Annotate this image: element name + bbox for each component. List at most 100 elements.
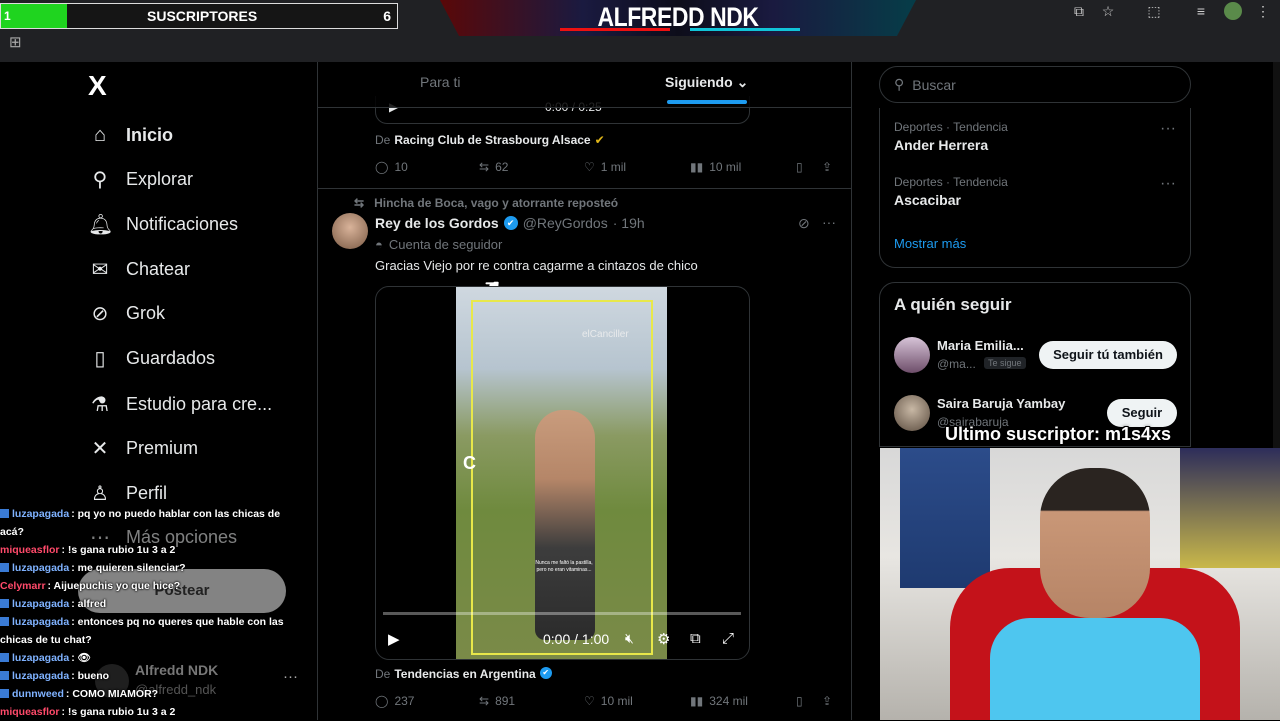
extensions-icon[interactable]: ⬚ <box>1145 2 1163 20</box>
suggestion-name[interactable]: Maria Emilia... <box>937 338 1024 353</box>
video-frame-border <box>471 300 653 655</box>
apps-grid-icon[interactable]: ⊞ <box>9 33 22 51</box>
tab-active-indicator <box>667 100 747 104</box>
tab-for-you[interactable]: Para ti <box>420 74 460 90</box>
trend-meta: Deportes · Tendencia <box>894 120 1008 134</box>
nav-item-creator-studio[interactable]: ⚗ Estudio para cre... <box>88 389 272 419</box>
chat-username: luzapagada <box>12 508 70 520</box>
repost-context-text[interactable]: Hincha de Boca, vago y atorrante reposte… <box>374 196 618 210</box>
repost-icon: ⇆ <box>354 196 365 210</box>
like-button[interactable]: ♡ 1 mil <box>584 160 626 174</box>
bookmark-icon: ▯ <box>94 347 106 370</box>
nav-item-bookmarks[interactable]: ▯ Guardados <box>88 343 215 373</box>
share-button[interactable]: ⇪ <box>822 694 832 708</box>
tab-following[interactable]: Siguiendo ⌄ <box>665 74 748 91</box>
repost-button[interactable]: ⇆ 891 <box>479 694 515 708</box>
source-name[interactable]: Racing Club de Strasbourg Alsace <box>394 133 590 147</box>
chat-badge-icon <box>0 509 9 518</box>
suggestion-avatar[interactable] <box>894 337 930 373</box>
nav-item-profile[interactable]: ♙ Perfil <box>88 478 167 508</box>
nav-item-premium[interactable]: ✕ Premium <box>88 433 198 463</box>
post-more-icon[interactable]: ··· <box>822 214 836 230</box>
fullscreen-icon[interactable]: ⤢ <box>722 630 734 647</box>
suggestion-name[interactable]: Saira Baruja Yambay <box>937 396 1065 411</box>
chat-username: Celymarr <box>0 580 46 592</box>
x-icon: ✕ <box>91 437 109 460</box>
repost-context: ⇆ Hincha de Boca, vago y atorrante repos… <box>354 196 618 210</box>
search-box[interactable]: ⚲ Buscar <box>879 66 1191 103</box>
play-icon[interactable]: ▶ <box>388 630 400 648</box>
bookmark-button[interactable]: ▯ <box>796 160 803 174</box>
views-button[interactable]: ▮▮ 324 mil <box>690 694 748 708</box>
prev-post-source: De Racing Club de Strasbourg Alsace ✔ <box>375 133 605 147</box>
settings-icon[interactable]: ⚙ <box>657 630 670 648</box>
trend-item[interactable]: Deportes · Tendencia Ascacibar <box>894 175 1008 208</box>
views-count: 324 mil <box>709 694 748 708</box>
chat-text: : COMO MIAMOR? <box>65 688 159 700</box>
author-name[interactable]: Rey de los Gordos <box>375 215 499 231</box>
nav-item-home[interactable]: ⌂ Inicio <box>88 120 173 150</box>
suggestion-avatar[interactable] <box>894 395 930 431</box>
nav-label: Chatear <box>126 258 191 279</box>
nav-label: Grok <box>126 302 166 323</box>
nav-label: Premium <box>126 437 199 458</box>
chat-message: miqueasflor: !s gana rubio 1u 3 a 2 <box>0 541 290 559</box>
views-button[interactable]: ▮▮ 10 mil <box>690 160 741 174</box>
like-button[interactable]: ♡ 10 mil <box>584 694 633 708</box>
chat-badge-icon <box>0 617 9 626</box>
share-button[interactable]: ⇪ <box>822 160 832 174</box>
trend-name: Ascacibar <box>894 192 961 208</box>
nav-label: Explorar <box>126 168 194 189</box>
repost-button[interactable]: ⇆ 62 <box>479 160 508 174</box>
scrollbar[interactable] <box>1273 62 1280 448</box>
bell-icon: 🔔︎ <box>88 213 114 236</box>
grok-icon[interactable]: ⊘ <box>798 215 810 232</box>
chat-badge-icon <box>0 689 9 698</box>
reply-button[interactable]: ◯ 237 <box>375 694 414 708</box>
source-name[interactable]: Tendencias en Argentina <box>394 667 535 681</box>
trend-item[interactable]: Deportes · Tendencia Ander Herrera <box>894 120 1008 153</box>
parody-label-text: Cuenta de seguidor <box>388 237 503 252</box>
nav-item-messages[interactable]: ✉ Chatear <box>88 254 190 284</box>
flask-icon: ⚗ <box>91 393 109 416</box>
video-progress-bar[interactable] <box>383 612 741 615</box>
trend-more-icon[interactable]: ··· <box>1160 175 1176 193</box>
star-icon[interactable]: ☆ <box>1099 2 1117 20</box>
bookmark-icon: ▯ <box>796 160 803 174</box>
views-icon: ▮▮ <box>690 160 704 174</box>
show-more-link[interactable]: Mostrar más <box>894 236 966 251</box>
chat-username: luzapagada <box>12 616 70 628</box>
reply-icon: ◯ <box>375 160 389 174</box>
cast-icon[interactable]: ⧉ <box>1070 2 1088 20</box>
follow-back-button[interactable]: Seguir tú también <box>1039 341 1177 369</box>
chat-username: luzapagada <box>12 598 70 610</box>
follow-button[interactable]: Seguir <box>1107 399 1177 427</box>
verified-icon: ✔ <box>503 216 518 230</box>
nav-item-notifications[interactable]: 🔔︎ Notificaciones <box>88 209 238 239</box>
streamer-brand: ALFREDD NDK <box>597 2 759 32</box>
heart-icon: ♡ <box>584 160 595 174</box>
views-count: 10 mil <box>709 160 742 174</box>
reading-list-icon[interactable]: ≡ <box>1192 2 1210 20</box>
pip-icon[interactable]: ⧉ <box>690 630 701 647</box>
chat-badge-icon <box>0 653 9 662</box>
author-avatar[interactable] <box>332 213 368 249</box>
chat-message: Celymarr: Aijuepuchis yo que hice? <box>0 577 290 595</box>
post-source: De Tendencias en Argentina ✔ <box>375 667 552 681</box>
author-handle[interactable]: @ReyGordos <box>523 215 608 231</box>
nav-item-explore[interactable]: ⚲ Explorar <box>88 164 193 194</box>
post-time[interactable]: · 19h <box>613 215 645 231</box>
mute-icon[interactable]: 🔇︎ <box>625 630 634 647</box>
profile-avatar-icon[interactable] <box>1224 2 1242 20</box>
like-count: 1 mil <box>600 160 627 174</box>
reply-button[interactable]: ◯ 10 <box>375 160 408 174</box>
chat-text: : me quieren silenciar? <box>71 562 186 574</box>
nav-item-grok[interactable]: ⊘ Grok <box>88 298 165 328</box>
nav-label: Estudio para cre... <box>126 393 273 414</box>
bookmark-button[interactable]: ▯ <box>796 694 803 708</box>
nav-label: Inicio <box>126 124 174 145</box>
trend-more-icon[interactable]: ··· <box>1160 120 1176 138</box>
stream-chat: luzapagada: pq yo no puedo hablar con la… <box>0 505 290 721</box>
x-logo[interactable]: X <box>88 70 107 102</box>
menu-icon[interactable]: ⋮ <box>1254 2 1272 20</box>
